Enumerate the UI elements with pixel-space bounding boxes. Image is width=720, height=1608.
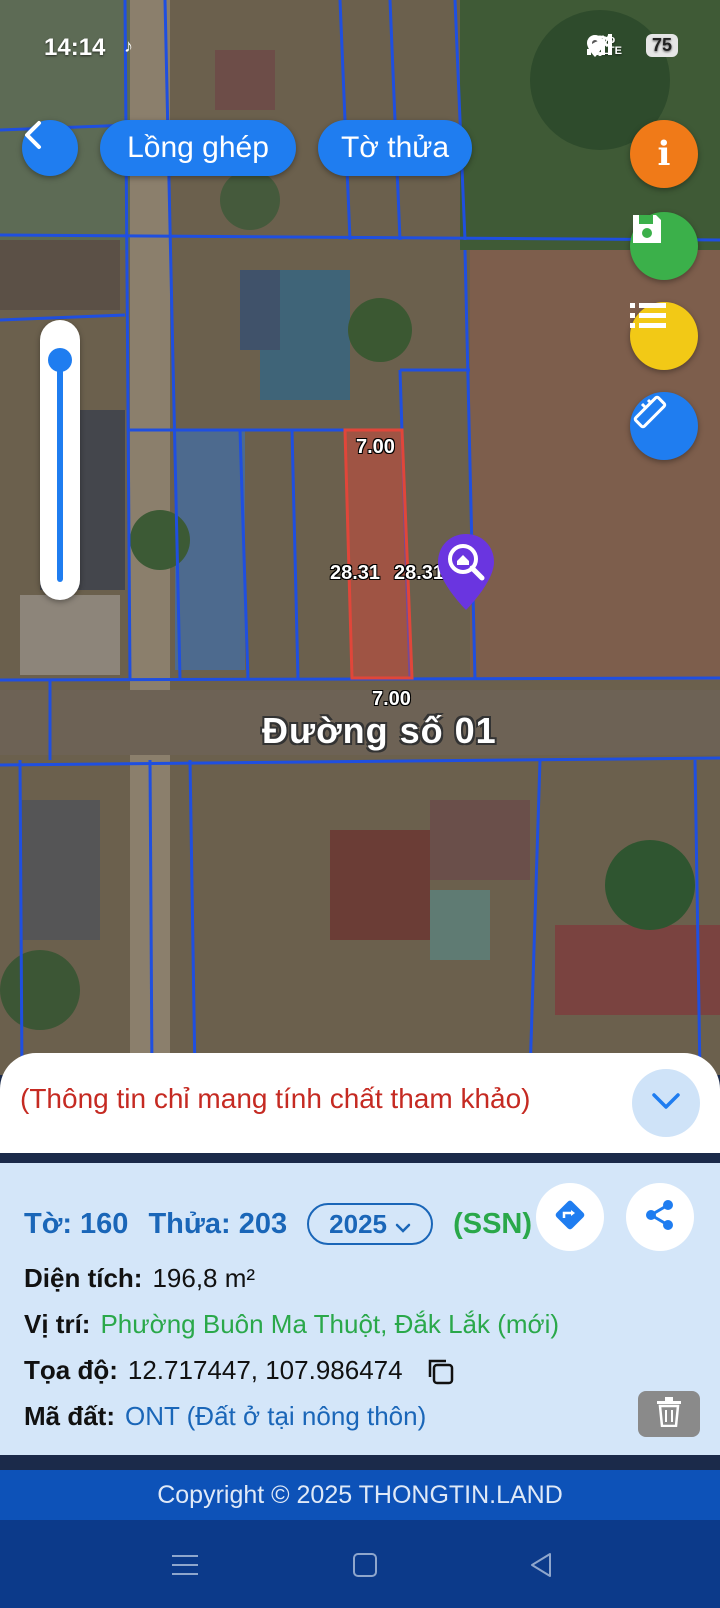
share-icon [644,1199,676,1236]
directions-button[interactable] [536,1183,604,1251]
selected-parcel[interactable] [343,428,414,680]
copy-icon[interactable] [425,1356,455,1386]
chevron-down-icon [651,1092,681,1115]
land-code-row: Mã đất: ONT (Đất ở tại nông thôn) [24,1401,426,1432]
home-icon[interactable] [350,1550,380,1580]
satellite-map[interactable]: 7.00 28.31 28.31 7.00 Đường số 01 14:14 … [0,0,720,1075]
info-button[interactable]: i [630,120,698,188]
trash-icon [656,1396,682,1432]
zoom-slider-handle[interactable] [48,348,72,372]
road-label: Đường số 01 [262,710,497,751]
chevron-down-icon [395,1209,411,1240]
collapse-panel-button[interactable] [632,1069,700,1137]
coordinates-value: 12.717447, 107.986474 [127,1355,403,1385]
parcel-info-panel: Tờ: 160 Thửa: 203 2025 (SSN) Diện tích: … [0,1163,720,1455]
measure-button[interactable] [630,392,698,460]
year-select[interactable]: 2025 [307,1203,434,1245]
coordinates-row: Tọa độ: 12.717447, 107.986474 [24,1355,455,1386]
delete-button[interactable] [638,1391,700,1437]
area-label: Diện tích: [24,1263,143,1293]
overlay-button[interactable]: Lồng ghép [100,120,296,176]
area-value: 196,8 m² [152,1263,256,1293]
sheet-parcel-button[interactable]: Tờ thửa [318,120,472,176]
land-code-label: Mã đất: [24,1401,115,1431]
parcel-id-row: Tờ: 160 Thửa: 203 2025 (SSN) [24,1203,532,1245]
disclaimer-bar: (Thông tin chỉ mang tính chất tham khảo) [0,1053,720,1153]
disclaimer-text: (Thông tin chỉ mang tính chất tham khảo) [20,1083,531,1114]
share-button[interactable] [626,1183,694,1251]
coordinates-label: Tọa độ: [24,1355,118,1385]
ssn-badge: (SSN) [453,1207,533,1240]
sheet-number: Tờ: 160 [24,1207,129,1240]
location-value: Phường Buôn Ma Thuột, Đắk Lắk (mới) [100,1309,560,1339]
back-triangle-icon[interactable] [526,1550,556,1580]
location-row: Vị trí: Phường Buôn Ma Thuột, Đắk Lắk (m… [24,1309,559,1340]
land-code-value: ONT (Đất ở tại nông thôn) [125,1401,427,1431]
year-select-value: 2025 [329,1208,388,1239]
zoom-slider-track [57,362,63,582]
battery-indicator: 75 [645,34,678,57]
status-time: 14:14 [44,34,106,61]
tiktok-icon: ♪ [124,36,133,56]
list-button[interactable] [630,302,698,370]
parcel-dimension-top: 7.00 [356,436,395,458]
status-bar: 14:14 ♪ VoLTE 75 [0,30,720,66]
directions-icon [553,1198,587,1237]
parcel-dimension-bottom: 7.00 [372,688,411,710]
info-icon: i [657,134,671,174]
zoom-slider[interactable] [40,320,80,600]
area-row: Diện tích: 196,8 m² [24,1263,255,1294]
parcel-dimension-left: 28.31 [330,562,381,584]
location-label: Vị trí: [24,1309,91,1339]
parcel-number: Thửa: 203 [148,1207,288,1240]
save-button[interactable] [630,212,698,280]
back-button[interactable] [22,120,78,176]
system-nav-bar [0,1520,720,1608]
copyright-footer: Copyright © 2025 THONGTIN.LAND [0,1470,720,1520]
menu-icon[interactable] [170,1550,200,1580]
